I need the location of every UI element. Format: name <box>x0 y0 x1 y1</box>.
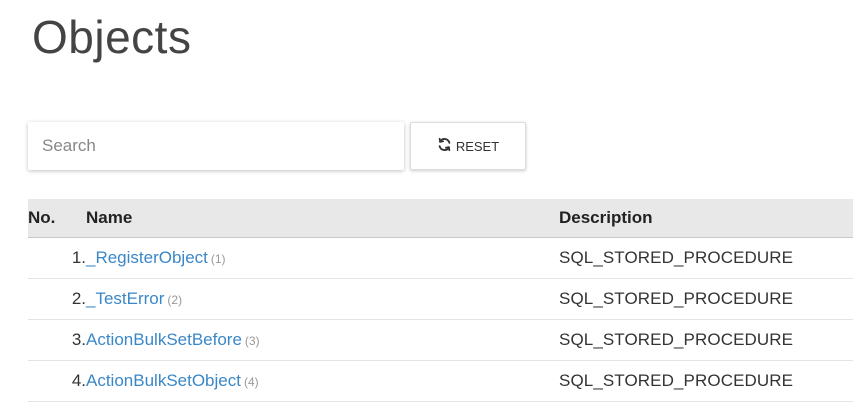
object-count: (2) <box>167 293 183 307</box>
column-header-description[interactable]: Description <box>559 199 853 238</box>
search-toolbar: RESET <box>28 122 526 170</box>
row-number: 4. <box>28 360 86 402</box>
object-count: (4) <box>243 375 259 389</box>
description-cell: SQL_STORED_PROCEDURE <box>559 360 853 402</box>
table-row: 2. _TestError (2) SQL_STORED_PROCEDURE <box>28 278 853 320</box>
row-number: 3. <box>28 319 86 361</box>
object-count: (1) <box>210 252 226 266</box>
column-header-name[interactable]: Name <box>86 199 559 238</box>
reset-button[interactable]: RESET <box>410 122 526 170</box>
object-name-link[interactable]: _RegisterObject <box>86 248 208 267</box>
objects-table: No. Name Description 1. _RegisterObject(… <box>28 199 853 402</box>
row-number: 2. <box>28 278 86 320</box>
table-header-row: No. Name Description <box>28 199 853 238</box>
object-name-link[interactable]: ActionBulkSetObject <box>86 371 241 390</box>
name-cell: _RegisterObject (1) <box>86 237 559 279</box>
description-cell: SQL_STORED_PROCEDURE <box>559 278 853 320</box>
page-title: Objects <box>32 11 192 63</box>
object-name-link[interactable]: ActionBulkSetBefore <box>86 330 242 349</box>
column-header-no[interactable]: No. <box>28 199 86 238</box>
table-row: 1. _RegisterObject (1) SQL_STORED_PROCEDU… <box>28 237 853 279</box>
table-row: 4. ActionBulkSetObject (4) SQL_STORED_PRO… <box>28 360 853 402</box>
reset-button-label: RESET <box>455 138 500 154</box>
object-count: (3) <box>244 334 260 348</box>
description-cell: SQL_STORED_PROCEDURE <box>559 319 853 361</box>
name-cell: _TestError (2) <box>86 278 559 320</box>
object-name-link[interactable]: _TestError <box>86 289 164 308</box>
name-cell: ActionBulkSetBefore (3) <box>86 319 559 361</box>
description-cell: SQL_STORED_PROCEDURE <box>559 237 853 279</box>
table-row: 3. ActionBulkSetBefore (3) SQL_STORED_PRO… <box>28 319 853 361</box>
search-input[interactable] <box>28 122 404 170</box>
row-number: 1. <box>28 237 86 279</box>
name-cell: ActionBulkSetObject (4) <box>86 360 559 402</box>
objects-page: Objects RESET No. Name Description <box>0 0 853 405</box>
refresh-icon <box>437 137 452 155</box>
